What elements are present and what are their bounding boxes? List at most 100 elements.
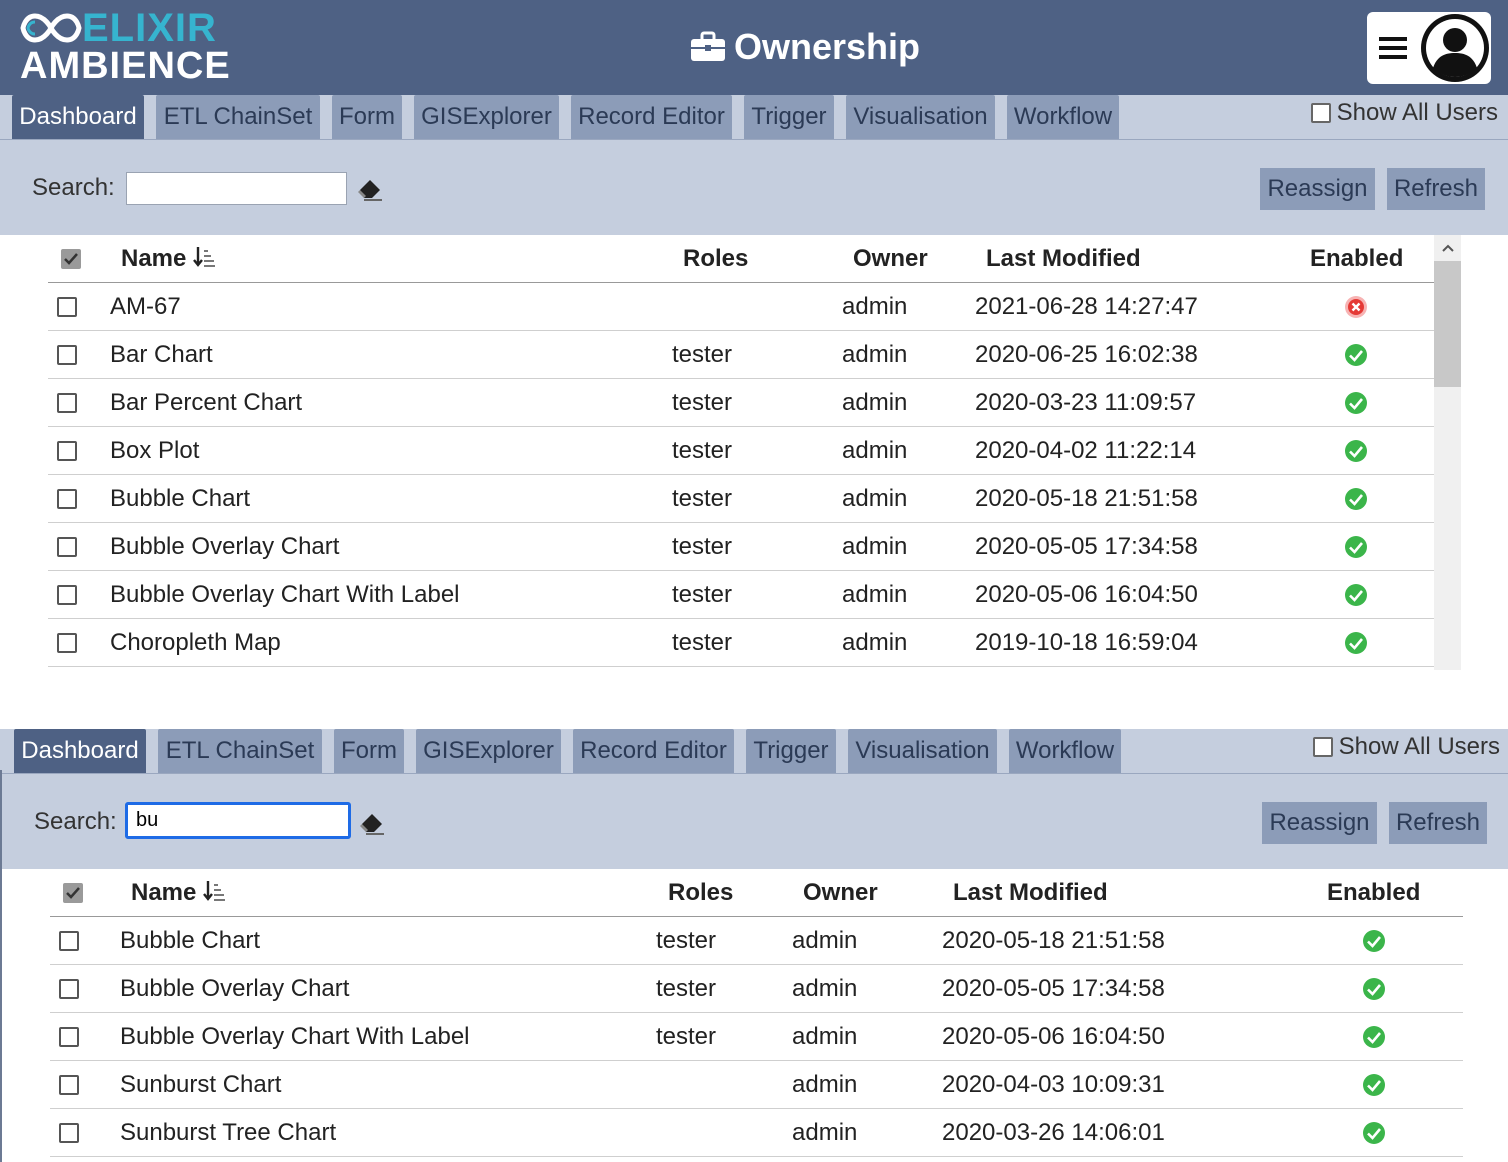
- column-header-name[interactable]: Name: [131, 879, 226, 907]
- panel-left-border: [0, 770, 2, 1162]
- table-row[interactable]: Sunburst Chart admin 2020-04-03 10:09:31: [50, 1061, 1463, 1109]
- column-header-owner[interactable]: Owner: [853, 245, 928, 273]
- table-row[interactable]: Box Plot tester admin 2020-04-02 11:22:14: [48, 427, 1434, 475]
- page-title: Ownership: [690, 24, 920, 70]
- search-input[interactable]: [125, 802, 351, 839]
- tab-form[interactable]: Form: [332, 95, 402, 139]
- row-select-checkbox[interactable]: [57, 297, 77, 317]
- column-header-name[interactable]: Name: [121, 245, 216, 273]
- row-select-checkbox[interactable]: [57, 393, 77, 413]
- tab-workflow[interactable]: Workflow: [1009, 729, 1121, 773]
- tab-gisexplorer[interactable]: GISExplorer: [416, 729, 561, 773]
- row-select-checkbox[interactable]: [59, 1027, 79, 1047]
- tab-etl-chainset[interactable]: ETL ChainSet: [156, 95, 320, 139]
- row-roles: tester: [672, 629, 733, 656]
- row-owner: admin: [792, 1023, 858, 1050]
- enabled-check-icon: [1363, 930, 1385, 952]
- row-select-checkbox[interactable]: [57, 489, 77, 509]
- row-last-modified: 2021-06-28 14:27:47: [975, 293, 1198, 320]
- table-row[interactable]: Choropleth Map tester admin 2019-10-18 16:5…: [48, 619, 1434, 667]
- row-roles: tester: [656, 927, 717, 954]
- table-row[interactable]: Bar Chart tester admin 2020-06-25 16:02:38: [48, 331, 1434, 379]
- row-name: Box Plot: [110, 437, 200, 464]
- reassign-button[interactable]: Reassign: [1262, 802, 1377, 844]
- search-input[interactable]: [126, 172, 347, 205]
- table-header: Name Roles Owner Last Modified Enabled: [50, 869, 1463, 917]
- select-all-checkbox[interactable]: [61, 249, 81, 269]
- tab-record-editor[interactable]: Record Editor: [573, 729, 734, 773]
- tab-trigger[interactable]: Trigger: [746, 729, 836, 773]
- tab-visualisation[interactable]: Visualisation: [846, 95, 995, 139]
- refresh-button[interactable]: Refresh: [1389, 802, 1487, 844]
- row-last-modified: 2019-10-18 16:59:04: [975, 629, 1198, 656]
- table-row[interactable]: Bar Percent Chart tester admin 2020-03-23 1…: [48, 379, 1434, 427]
- eraser-clear-icon[interactable]: [358, 810, 384, 836]
- column-header-roles[interactable]: Roles: [683, 245, 748, 273]
- table-scrollbar[interactable]: [1434, 235, 1461, 670]
- row-last-modified: 2020-05-18 21:51:58: [942, 927, 1165, 954]
- select-all-checkbox[interactable]: [63, 883, 83, 903]
- table-row[interactable]: Bubble Chart tester admin 2020-05-18 21:51:…: [50, 917, 1463, 965]
- tab-dashboard[interactable]: Dashboard: [14, 729, 146, 773]
- column-header-owner[interactable]: Owner: [803, 879, 878, 907]
- row-roles: tester: [656, 975, 717, 1002]
- row-name: Bubble Chart: [110, 485, 251, 512]
- tab-visualisation[interactable]: Visualisation: [848, 729, 997, 773]
- tab-etl-chainset[interactable]: ETL ChainSet: [158, 729, 322, 773]
- tab-trigger[interactable]: Trigger: [744, 95, 834, 139]
- row-select-checkbox[interactable]: [59, 1123, 79, 1143]
- tab-record-editor[interactable]: Record Editor: [571, 95, 732, 139]
- tab-workflow[interactable]: Workflow: [1007, 95, 1119, 139]
- search-label: Search:: [34, 808, 117, 835]
- sort-ascending-icon: [203, 881, 226, 901]
- enabled-check-icon: [1345, 632, 1367, 654]
- table-row[interactable]: Bubble Chart tester admin 2020-05-18 21:51:…: [48, 475, 1434, 523]
- show-all-users-toggle[interactable]: Show All Users: [1310, 99, 1498, 127]
- table-row[interactable]: Bubble Overlay Chart With Label tester adm…: [50, 1013, 1463, 1061]
- row-roles: tester: [672, 581, 733, 608]
- reassign-button[interactable]: Reassign: [1260, 168, 1375, 210]
- row-roles: tester: [656, 1023, 717, 1050]
- row-select-checkbox[interactable]: [57, 537, 77, 557]
- eraser-clear-icon[interactable]: [356, 176, 382, 202]
- enabled-check-icon: [1345, 344, 1367, 366]
- table-row[interactable]: AM-67 admin 2021-06-28 14:27:47: [48, 283, 1434, 331]
- table-row[interactable]: Sunburst Tree Chart admin 2020-03-26 14:06…: [50, 1109, 1463, 1157]
- show-all-users-toggle[interactable]: Show All Users: [1312, 733, 1500, 761]
- scrollbar-thumb[interactable]: [1434, 261, 1461, 387]
- refresh-button[interactable]: Refresh: [1387, 168, 1485, 210]
- tab-gisexplorer[interactable]: GISExplorer: [414, 95, 559, 139]
- scroll-up-arrow-icon[interactable]: [1434, 235, 1461, 261]
- row-select-checkbox[interactable]: [57, 633, 77, 653]
- row-last-modified: 2020-05-06 16:04:50: [942, 1023, 1165, 1050]
- row-select-checkbox[interactable]: [57, 345, 77, 365]
- row-roles: tester: [672, 437, 733, 464]
- tab-dashboard[interactable]: Dashboard: [12, 95, 144, 139]
- row-owner: admin: [842, 341, 908, 368]
- column-header-last-modified[interactable]: Last Modified: [986, 245, 1141, 273]
- column-header-enabled[interactable]: Enabled: [1310, 245, 1403, 273]
- column-header-last-modified[interactable]: Last Modified: [953, 879, 1108, 907]
- enabled-check-icon: [1363, 1074, 1385, 1096]
- column-header-roles[interactable]: Roles: [668, 879, 733, 907]
- row-select-checkbox[interactable]: [57, 585, 77, 605]
- row-select-checkbox[interactable]: [59, 931, 79, 951]
- show-all-users-checkbox[interactable]: [1312, 737, 1333, 757]
- table-row[interactable]: Bubble Overlay Chart With Label tester adm…: [48, 571, 1434, 619]
- row-roles: tester: [672, 341, 733, 368]
- row-owner: admin: [842, 389, 908, 416]
- hamburger-menu-button[interactable]: [1367, 12, 1419, 84]
- table-row[interactable]: Bubble Overlay Chart tester admin 2020-05-0…: [48, 523, 1434, 571]
- show-all-users-checkbox[interactable]: [1310, 103, 1331, 123]
- column-header-enabled[interactable]: Enabled: [1327, 879, 1420, 907]
- elixir-ambience-logo: ELIXIR AMBIENCE: [20, 8, 240, 88]
- row-select-checkbox[interactable]: [59, 1075, 79, 1095]
- row-select-checkbox[interactable]: [59, 979, 79, 999]
- search-label: Search:: [32, 174, 115, 201]
- user-avatar-button[interactable]: [1419, 12, 1491, 84]
- table-row[interactable]: Bubble Overlay Chart tester admin 2020-05-0…: [50, 965, 1463, 1013]
- row-last-modified: 2020-04-02 11:22:14: [975, 437, 1197, 464]
- row-last-modified: 2020-05-18 21:51:58: [975, 485, 1198, 512]
- tab-form[interactable]: Form: [334, 729, 404, 773]
- row-select-checkbox[interactable]: [57, 441, 77, 461]
